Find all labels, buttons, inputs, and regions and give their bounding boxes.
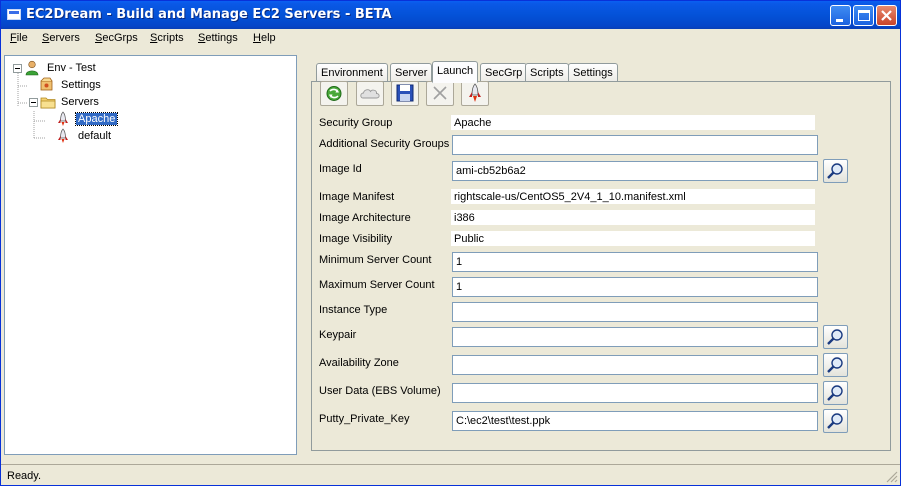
delete-button[interactable] bbox=[426, 81, 454, 106]
cloud-icon bbox=[360, 89, 380, 99]
tab-server[interactable]: Server bbox=[390, 63, 433, 82]
save-button[interactable] bbox=[391, 81, 419, 106]
image-manifest-value: rightscale-us/CentOS5_2V4_1_10.manifest.… bbox=[450, 188, 816, 205]
refresh-button[interactable] bbox=[320, 81, 348, 106]
collapse-icon[interactable] bbox=[29, 98, 38, 107]
menu-servers[interactable]: Servers bbox=[42, 32, 80, 44]
collapse-icon[interactable] bbox=[13, 64, 22, 73]
tab-scripts[interactable]: Scripts bbox=[525, 63, 569, 82]
magnifier-icon bbox=[827, 329, 843, 345]
close-button[interactable] bbox=[876, 5, 897, 26]
availability-zone-lookup-button[interactable] bbox=[823, 353, 848, 377]
putty-private-key-lookup-button[interactable] bbox=[823, 409, 848, 433]
tree-node-settings[interactable]: Settings bbox=[5, 77, 285, 94]
cloud-button[interactable] bbox=[356, 81, 384, 106]
menu-help[interactable]: Help bbox=[253, 32, 276, 44]
security-group-value: Apache bbox=[450, 114, 816, 131]
menu-settings[interactable]: Settings bbox=[198, 32, 238, 44]
magnifier-icon bbox=[827, 357, 843, 373]
availability-zone-input[interactable] bbox=[452, 355, 818, 375]
image-id-input[interactable]: ami-cb52b6a2 bbox=[452, 161, 818, 181]
tree-node-servers[interactable]: Servers bbox=[5, 94, 285, 111]
keypair-lookup-button[interactable] bbox=[823, 325, 848, 349]
minimum-server-count-label: Minimum Server Count bbox=[319, 254, 432, 266]
app-icon bbox=[7, 9, 21, 20]
refresh-icon bbox=[326, 86, 342, 101]
tab-launch[interactable]: Launch bbox=[432, 61, 479, 83]
maximum-server-count-input[interactable]: 1 bbox=[452, 277, 818, 297]
launch-button[interactable] bbox=[461, 81, 489, 106]
delete-icon bbox=[433, 86, 447, 100]
instance-type-label: Instance Type bbox=[319, 304, 388, 316]
rocket-icon bbox=[58, 128, 68, 143]
status-bar: Ready. bbox=[1, 464, 900, 485]
user-icon bbox=[25, 60, 39, 76]
image-architecture-label: Image Architecture bbox=[319, 212, 411, 224]
image-visibility-label: Image Visibility bbox=[319, 233, 393, 245]
menu-bar: File Servers SecGrps Scripts Settings He… bbox=[1, 29, 900, 50]
close-icon bbox=[881, 10, 892, 21]
magnifier-icon bbox=[827, 413, 843, 429]
magnifier-icon bbox=[827, 385, 843, 401]
user-data-input[interactable] bbox=[452, 383, 818, 403]
maximize-icon bbox=[858, 10, 870, 21]
menu-scripts[interactable]: Scripts bbox=[150, 32, 184, 44]
maximum-server-count-label: Maximum Server Count bbox=[319, 279, 435, 291]
settings-icon bbox=[40, 77, 53, 91]
resize-grip-icon[interactable] bbox=[884, 469, 898, 483]
tab-environment[interactable]: Environment bbox=[316, 63, 388, 82]
title-bar[interactable]: EC2Dream - Build and Manage EC2 Servers … bbox=[1, 1, 900, 29]
putty-private-key-input[interactable]: C:\ec2\test\test.ppk bbox=[452, 411, 818, 431]
launch-rocket-icon bbox=[469, 83, 481, 102]
putty-private-key-label: Putty_Private_Key bbox=[319, 413, 410, 425]
status-text: Ready. bbox=[7, 470, 42, 482]
maximize-button[interactable] bbox=[853, 5, 874, 26]
minimize-button[interactable] bbox=[830, 5, 851, 26]
availability-zone-label: Availability Zone bbox=[319, 357, 399, 369]
instance-type-input[interactable] bbox=[452, 302, 818, 322]
tab-settings[interactable]: Settings bbox=[568, 63, 618, 82]
image-architecture-value: i386 bbox=[450, 209, 816, 226]
additional-security-groups-label: Additional Security Groups bbox=[319, 138, 450, 150]
additional-security-groups-input[interactable] bbox=[452, 135, 818, 155]
image-id-lookup-button[interactable] bbox=[823, 159, 848, 183]
folder-icon bbox=[40, 97, 56, 109]
image-visibility-value: Public bbox=[450, 230, 816, 247]
keypair-input[interactable] bbox=[452, 327, 818, 347]
menu-secgrps[interactable]: SecGrps bbox=[95, 32, 138, 44]
rocket-icon bbox=[58, 111, 68, 126]
image-manifest-label: Image Manifest bbox=[319, 191, 395, 203]
magnifier-icon bbox=[827, 163, 843, 179]
tree-node-default[interactable]: default bbox=[5, 128, 285, 145]
window-title: EC2Dream - Build and Manage EC2 Servers … bbox=[26, 7, 392, 22]
minimize-icon bbox=[836, 19, 843, 22]
app-window: EC2Dream - Build and Manage EC2 Servers … bbox=[0, 0, 901, 486]
tree-node-apache[interactable]: Apache bbox=[5, 111, 285, 128]
image-id-label: Image Id bbox=[319, 163, 362, 175]
minimum-server-count-input[interactable]: 1 bbox=[452, 252, 818, 272]
tab-secgrp[interactable]: SecGrp bbox=[480, 63, 528, 82]
environment-tree[interactable]: Env - Test Settings Servers Apache defau… bbox=[4, 55, 297, 455]
security-group-label: Security Group bbox=[319, 117, 393, 129]
save-icon bbox=[396, 84, 414, 102]
user-data-lookup-button[interactable] bbox=[823, 381, 848, 405]
user-data-label: User Data (EBS Volume) bbox=[319, 385, 441, 397]
keypair-label: Keypair bbox=[319, 329, 357, 341]
tree-node-env-test[interactable]: Env - Test bbox=[5, 60, 285, 77]
menu-file[interactable]: File bbox=[10, 32, 28, 44]
